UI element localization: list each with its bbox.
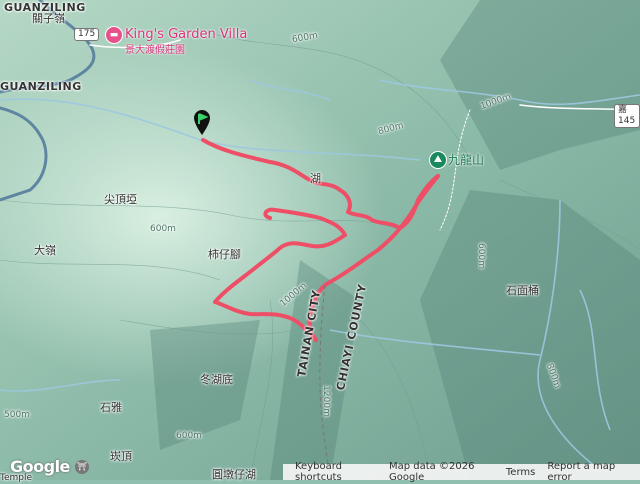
contour-label: 600m — [176, 431, 202, 441]
place-guanziling-zh: 關子嶺 — [32, 12, 65, 25]
temple-icon[interactable]: ⛩ — [75, 460, 89, 474]
terms-link[interactable]: Terms — [506, 467, 535, 478]
bed-icon: ▬ — [106, 27, 122, 43]
google-logo: Google — [10, 457, 70, 476]
road-shield-175: 175 — [74, 28, 100, 41]
place-jianding: 尖頂埡 — [104, 193, 137, 206]
place-hu: 湖 — [310, 172, 321, 185]
hotel-name: King's Garden Villa — [125, 27, 248, 42]
peak-marker[interactable]: ⛰ 九龍山 — [430, 151, 484, 168]
place-shizijiao: 柿仔腳 — [208, 248, 241, 261]
contour-label: 1200m — [320, 385, 331, 417]
attribution-bar: Keyboard shortcuts Map data ©2026 Google… — [283, 461, 640, 483]
place-donghudi: 冬湖底 — [200, 373, 233, 386]
start-pin-icon[interactable] — [192, 108, 212, 140]
hiker-icon: ⛰ — [430, 151, 446, 168]
place-daling: 大嶺 — [34, 244, 56, 257]
hotel-name-zh: 景大渡假莊園 — [125, 45, 185, 56]
contour-label: 600m — [150, 224, 176, 234]
contour-label: 500m — [4, 410, 30, 420]
place-shimiantong: 石面桶 — [506, 284, 539, 297]
place-kanding: 崁頂 — [110, 450, 132, 463]
hotel-marker[interactable]: ▬ King's Garden Villa 景大渡假莊園 — [106, 27, 247, 56]
place-guanziling-lower: GUANZILING — [0, 80, 82, 93]
place-yuandunzaihu: 圓墩仔湖 — [212, 468, 256, 481]
road-shield-145: 嘉145 — [614, 104, 640, 128]
contour-label: 600m — [475, 243, 486, 269]
place-shiya: 石雅 — [100, 401, 122, 414]
peak-name: 九龍山 — [448, 153, 485, 167]
